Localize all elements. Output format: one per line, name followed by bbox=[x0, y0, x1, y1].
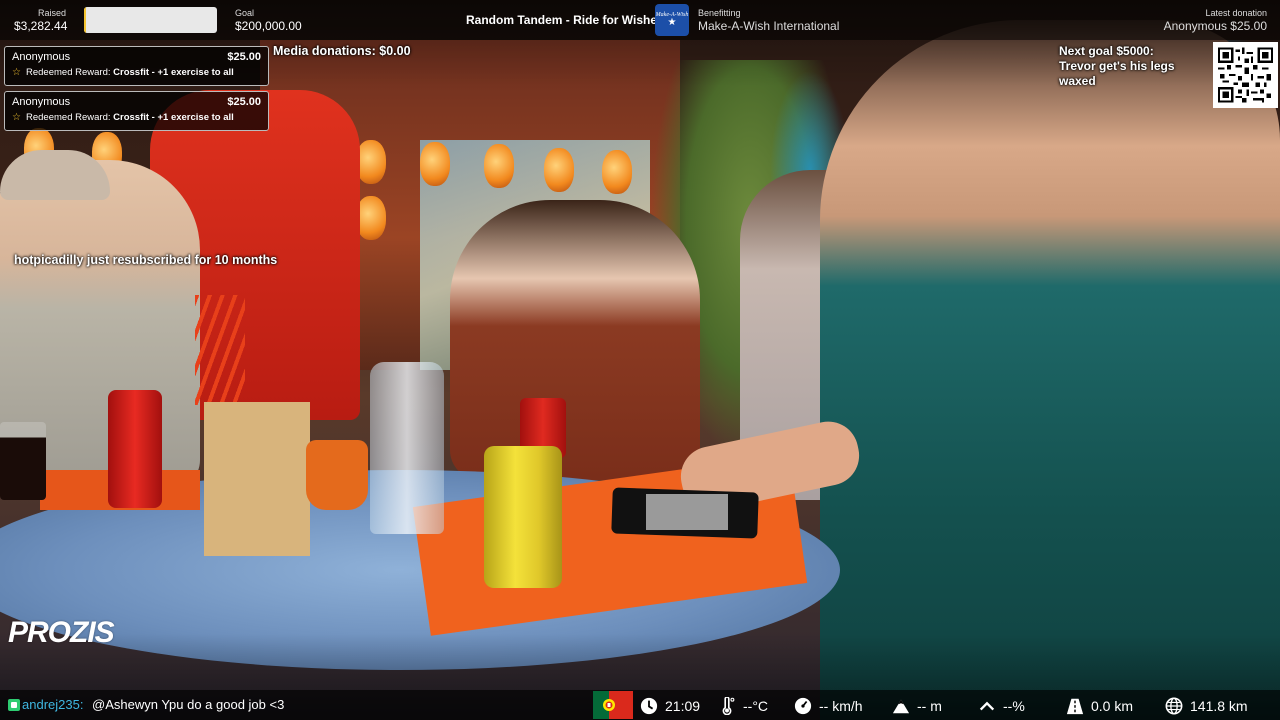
latest-donation-value: Anonymous $25.00 bbox=[1163, 19, 1267, 33]
speed-value: -- km/h bbox=[819, 698, 863, 714]
resub-alert: hotpicadilly just resubscribed for 10 mo… bbox=[14, 253, 278, 267]
donation-amount: $25.00 bbox=[227, 96, 261, 108]
qr-code[interactable] bbox=[1213, 42, 1278, 108]
benefiting-label: Benefitting bbox=[698, 8, 741, 18]
clock-icon bbox=[640, 697, 658, 715]
road-icon bbox=[1066, 698, 1084, 715]
donation-reward: Crossfit - +1 exercise to all bbox=[113, 67, 234, 78]
chat-badge-icon bbox=[8, 699, 20, 711]
donation-message: Redeemed Reward: Crossfit - +1 exercise … bbox=[26, 67, 234, 78]
donation-top-bar: Raised $3,282.44 Goal $200,000.00 Random… bbox=[0, 0, 1280, 40]
donation-progress-fill bbox=[84, 7, 87, 33]
next-goal-line: Trevor get's his legs bbox=[1059, 59, 1175, 73]
distance-stat: 0.0 km bbox=[1066, 697, 1133, 715]
globe-icon bbox=[1165, 697, 1183, 715]
benefiting-value: Make-A-Wish International bbox=[698, 19, 840, 33]
temperature-value: --°C bbox=[743, 698, 769, 714]
chevron-up-icon bbox=[979, 701, 995, 711]
raised-value: $3,282.44 bbox=[14, 19, 68, 33]
next-goal-line: waxed bbox=[1059, 74, 1096, 88]
next-goal-text: Next goal $5000: Trevor get's his legs w… bbox=[1059, 44, 1219, 89]
total-distance-value: 141.8 km bbox=[1190, 698, 1248, 714]
donation-card: Anonymous $25.00 ☆ Redeemed Reward: Cros… bbox=[4, 91, 269, 131]
donation-message-prefix: Redeemed Reward: bbox=[26, 67, 114, 78]
altitude-stat: -- m bbox=[892, 697, 942, 715]
donation-message: Redeemed Reward: Crossfit - +1 exercise … bbox=[26, 112, 234, 123]
donation-message-prefix: Redeemed Reward: bbox=[26, 112, 114, 123]
donor-name: Anonymous bbox=[12, 96, 71, 108]
star-icon: ★ bbox=[667, 17, 677, 28]
mountain-icon bbox=[892, 699, 910, 714]
donation-card: Anonymous $25.00 ☆ Redeemed Reward: Cros… bbox=[4, 46, 269, 86]
raised-label: Raised bbox=[38, 8, 67, 18]
make-a-wish-logo: Make-A-Wish ★ bbox=[655, 4, 689, 36]
time-stat: 21:09 bbox=[640, 697, 700, 715]
donation-progress-bar bbox=[84, 7, 217, 33]
portugal-flag-icon bbox=[593, 691, 633, 719]
distance-value: 0.0 km bbox=[1091, 698, 1134, 714]
altitude-value: -- m bbox=[917, 698, 942, 714]
thermometer-icon bbox=[722, 697, 735, 715]
next-goal-line: Next goal $5000: bbox=[1059, 44, 1154, 58]
total-distance-stat: 141.8 km bbox=[1165, 697, 1248, 715]
donation-reward: Crossfit - +1 exercise to all bbox=[113, 112, 234, 123]
media-donations-total: Media donations: $0.00 bbox=[273, 44, 411, 58]
star-icon: ☆ bbox=[12, 112, 21, 123]
chat-username: andrej235: bbox=[22, 697, 84, 712]
qr-code-icon bbox=[1218, 47, 1273, 103]
speed-stat: -- km/h bbox=[794, 697, 863, 715]
temperature-stat: --°C bbox=[718, 697, 768, 715]
time-value: 21:09 bbox=[665, 698, 701, 714]
star-icon: ☆ bbox=[12, 67, 21, 78]
goal-label: Goal bbox=[235, 8, 255, 18]
latest-donation-label: Latest donation bbox=[1205, 8, 1267, 18]
event-title: Random Tandem - Ride for Wishes bbox=[466, 13, 664, 27]
incline-value: --% bbox=[1003, 698, 1025, 714]
donation-amount: $25.00 bbox=[227, 51, 261, 63]
chat-message: @Ashewyn Ypu do a good job <3 bbox=[92, 697, 285, 712]
donor-name: Anonymous bbox=[12, 51, 71, 63]
speedometer-icon bbox=[794, 697, 812, 715]
goal-value: $200,000.00 bbox=[235, 19, 302, 33]
prozis-sponsor-logo: PROZIS bbox=[8, 616, 115, 649]
incline-stat: --% bbox=[978, 697, 1025, 715]
